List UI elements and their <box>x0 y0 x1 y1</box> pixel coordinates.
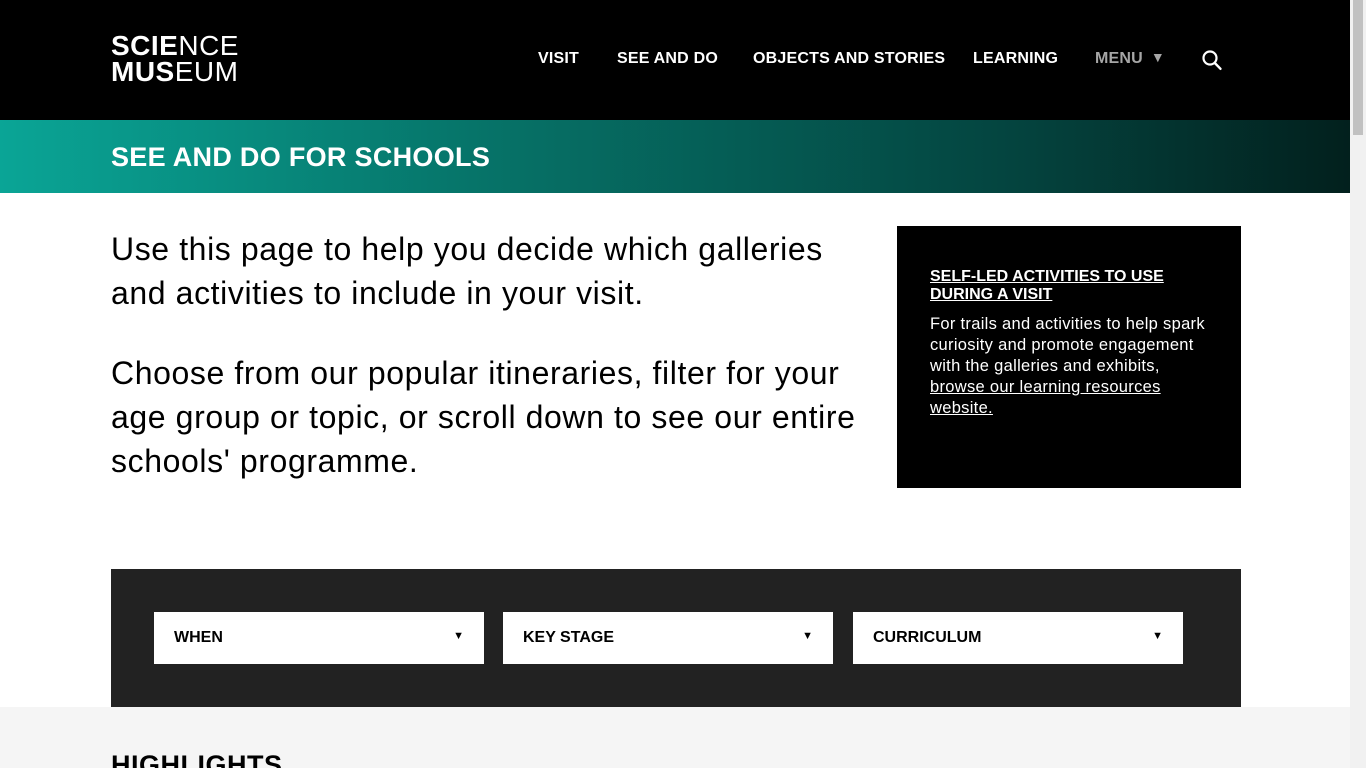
caret-down-icon: ▼ <box>802 630 813 642</box>
key-stage-select[interactable]: KEY STAGE ▼ <box>503 612 833 664</box>
page-banner: SEE AND DO FOR SCHOOLS <box>0 120 1350 193</box>
callout-text: For trails and activities to help spark … <box>930 314 1208 419</box>
highlights-heading: HIGHLIGHTS <box>111 750 283 768</box>
caret-down-icon: ▼ <box>1152 630 1163 642</box>
curriculum-select[interactable]: CURRICULUM ▼ <box>853 612 1183 664</box>
nav-visit[interactable]: VISIT <box>538 50 579 68</box>
science-museum-logo[interactable]: SCIENCE MUSEUM <box>111 32 239 87</box>
logo-line-2: MUSEUM <box>111 56 239 87</box>
site-header: SCIENCE MUSEUM VISIT SEE AND DO OBJECTS … <box>0 0 1350 120</box>
callout-body: For trails and activities to help spark … <box>930 315 1205 375</box>
scrollbar-thumb[interactable] <box>1353 0 1363 135</box>
learning-resources-link[interactable]: browse our learning resources website. <box>930 378 1161 417</box>
nav-objects-and-stories[interactable]: OBJECTS AND STORIES <box>753 50 945 68</box>
caret-down-icon: ▼ <box>453 630 464 642</box>
when-select-label: WHEN <box>174 629 223 646</box>
page-scrollbar[interactable] <box>1350 0 1366 768</box>
page-title: SEE AND DO FOR SCHOOLS <box>111 142 491 172</box>
key-stage-select-label: KEY STAGE <box>523 629 614 646</box>
menu-label: MENU <box>1095 50 1143 67</box>
search-icon[interactable] <box>1200 49 1224 73</box>
when-select[interactable]: WHEN ▼ <box>154 612 484 664</box>
nav-see-and-do[interactable]: SEE AND DO <box>617 50 718 68</box>
callout-title-link[interactable]: SELF-LED ACTIVITIES TO USE DURING A VISI… <box>930 268 1208 304</box>
intro-paragraph-1: Use this page to help you decide which g… <box>111 231 823 311</box>
intro-text: Use this page to help you decide which g… <box>111 227 856 519</box>
curriculum-select-label: CURRICULUM <box>873 629 982 646</box>
logo-text: EUM <box>174 56 239 87</box>
self-led-activities-callout: SELF-LED ACTIVITIES TO USE DURING A VISI… <box>897 226 1241 488</box>
logo-text: MUS <box>111 56 175 87</box>
filter-bar: WHEN ▼ KEY STAGE ▼ CURRICULUM ▼ <box>111 569 1241 707</box>
nav-learning[interactable]: LEARNING <box>973 50 1058 68</box>
menu-button[interactable]: MENU ▼ <box>1095 49 1165 68</box>
caret-down-icon: ▼ <box>1150 49 1165 65</box>
intro-paragraph-2: Choose from our popular itineraries, fil… <box>111 355 856 479</box>
